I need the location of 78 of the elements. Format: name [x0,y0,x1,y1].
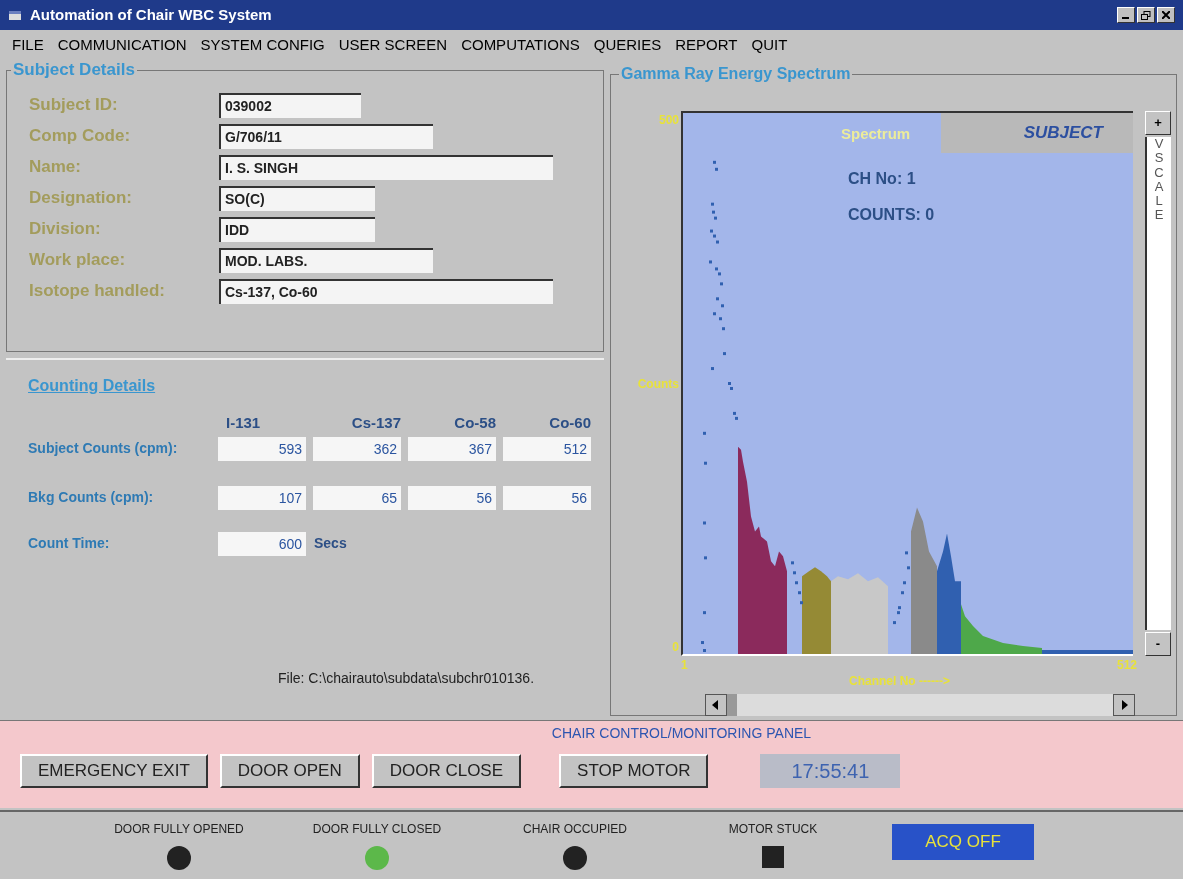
row-label: Count Time: [28,534,111,553]
scroll-left-icon[interactable] [705,694,727,716]
field-label: Name: [29,156,82,179]
control-button[interactable]: DOOR CLOSE [371,754,522,788]
count-field[interactable]: 107 [218,485,306,510]
row-label: Subject Counts (cpm): [28,439,179,458]
zoom-out-button[interactable]: - [1145,632,1171,656]
count-field[interactable]: 56 [503,485,591,510]
menu-item[interactable]: USER SCREEN [338,33,448,57]
zoom-in-button[interactable]: + [1145,111,1171,135]
legend-value: SUBJECT [1023,122,1103,145]
axis-label: Channel No ------> [849,674,951,688]
axis-label: Counts [637,375,679,393]
control-button[interactable]: EMERGENCY EXIT [20,754,208,788]
text-field[interactable]: I. S. SINGH [219,154,553,180]
close-icon [1162,11,1170,19]
text-field[interactable]: IDD [219,216,375,242]
menu-item[interactable]: QUIT [751,33,788,57]
count-field[interactable]: 362 [313,436,401,461]
menu-item[interactable]: REPORT [675,33,738,57]
field-label: Division: [29,218,102,241]
count-field[interactable]: 367 [408,436,496,461]
acquisition-status: ACQ OFF [892,824,1034,860]
close-button[interactable] [1157,7,1175,23]
indicator-label: CHAIR OCCUPIED [523,821,627,838]
text-field[interactable]: MOD. LABS. [219,247,433,273]
horizontal-scrollbar[interactable] [705,694,1135,716]
text-field[interactable]: 039002 [219,92,361,118]
section-title: Subject Details [11,60,137,80]
counts-readout: COUNTS: 0 [848,205,935,225]
window-icon [8,9,22,21]
clock-display: 17:55:41 [760,754,901,788]
indicator-label: DOOR FULLY CLOSED [312,821,442,838]
field-label: Subject ID: [29,94,119,117]
menu-item[interactable]: SYSTEM CONFIG [200,33,325,57]
scroll-thumb[interactable] [727,694,737,716]
field-label: Comp Code: [29,125,132,148]
legend-label: Spectrum [841,124,911,144]
minimize-button[interactable] [1117,7,1135,23]
file-path: File: C:\chairauto\subdata\subchr010136. [278,668,536,688]
vertical-scale-track[interactable]: VSCALE [1145,137,1171,630]
control-button[interactable]: DOOR OPEN [219,754,360,788]
text-field[interactable]: Cs-137, Co-60 [219,278,553,304]
axis-tick: 0 [672,639,679,656]
unit-label: Secs [314,534,347,553]
text-field[interactable]: SO(C) [219,185,375,211]
maximize-button[interactable] [1137,7,1155,23]
field-label: Isotope handled: [29,280,166,303]
field-label: Work place: [29,249,127,272]
indicator-label: MOTOR STUCK [728,821,818,838]
panel-title: CHAIR CONTROL/MONITORING PANEL [551,724,812,743]
column-header: Co-60 [548,413,591,433]
row-label: Bkg Counts (cpm): [28,488,155,507]
window-title: Automation of Chair WBC System [30,4,272,25]
column-header: Co-58 [453,413,496,433]
menu-item[interactable]: COMPUTATIONS [461,33,580,57]
channel-readout: CH No: 1 [848,169,916,189]
count-field[interactable]: 65 [313,485,401,510]
menu-item[interactable]: FILE [12,33,44,57]
count-field[interactable]: 56 [408,485,496,510]
count-field[interactable]: 593 [218,436,306,461]
scale-label: VSCALE [1153,137,1165,223]
scroll-right-icon[interactable] [1113,694,1135,716]
text-field[interactable]: G/706/11 [219,123,433,149]
menu-item[interactable]: QUERIES [593,33,662,57]
count-field[interactable]: 512 [503,436,591,461]
column-header: Cs-137 [350,413,401,433]
restore-icon [1141,10,1151,20]
indicator-label: DOOR FULLY OPENED [114,821,244,838]
axis-tick: 1 [681,657,688,674]
field-label: Designation: [29,187,133,210]
axis-tick: 500 [658,112,679,129]
count-time-field[interactable]: 600 [218,531,306,556]
axis-tick: 512 [1116,657,1137,674]
menu-item[interactable]: COMMUNICATION [57,33,187,57]
section-title: Gamma Ray Energy Spectrum [619,64,853,84]
column-header: I-131 [225,413,262,433]
control-button[interactable]: STOP MOTOR [559,754,709,788]
